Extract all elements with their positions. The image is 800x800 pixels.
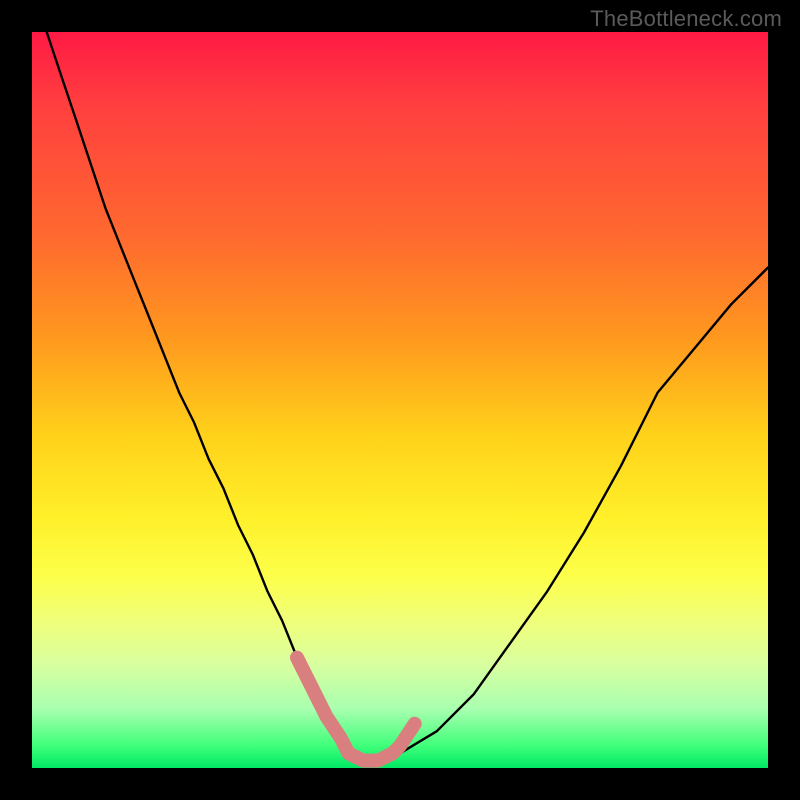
plot-area [32,32,768,768]
watermark-text: TheBottleneck.com [590,6,782,32]
bottleneck-curve-path [47,32,768,761]
highlight-segment-path [297,658,415,761]
curve-layer [32,32,768,768]
chart-frame: TheBottleneck.com [0,0,800,800]
